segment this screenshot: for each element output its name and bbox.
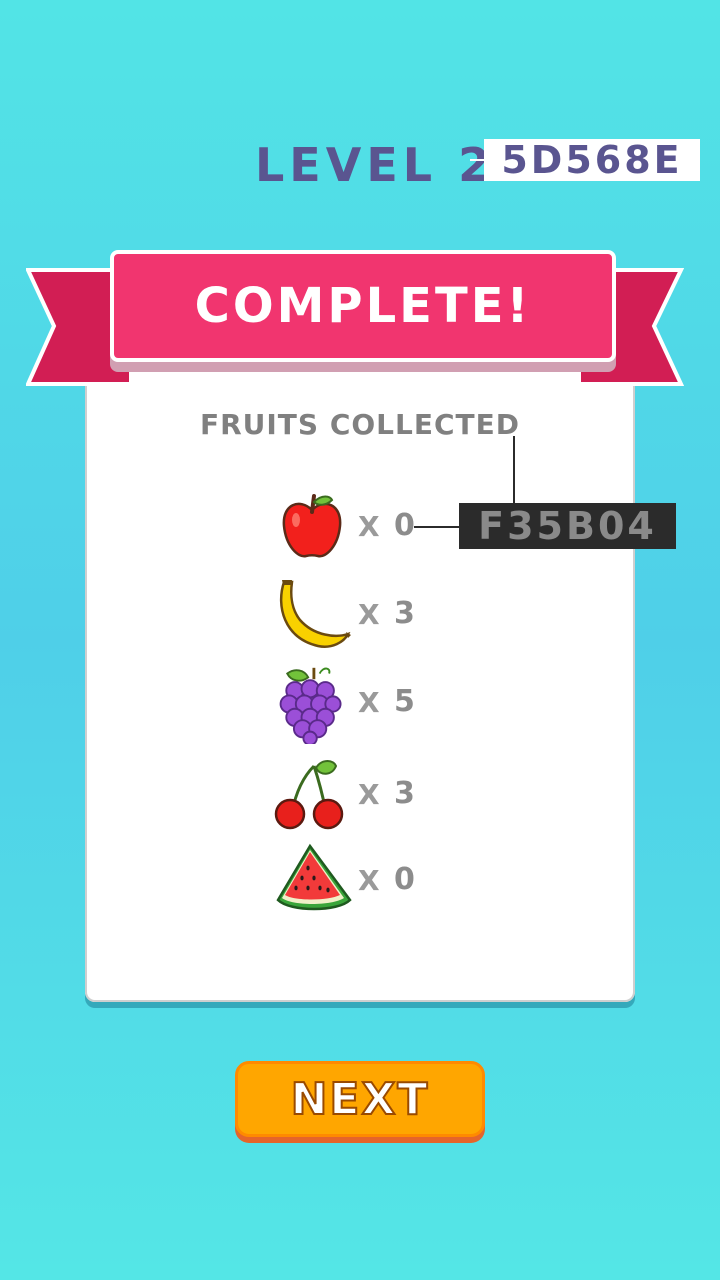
fruit-row-grapes: X 5 [270,664,470,744]
level-code-tag: 5D568E [484,138,700,182]
code-tag-connector [513,436,515,504]
banana-icon [279,580,351,648]
multiplier-sign: X [358,510,380,543]
level-title: LEVEL 2 [255,138,496,192]
next-button[interactable]: NEXT [235,1061,485,1137]
multiplier-sign: X [358,686,380,719]
watermelon-icon [276,843,352,911]
fruits-collected-heading: FRUITS COLLECTED [199,408,521,441]
grapes-icon [279,667,342,744]
multiplier-sign: X [358,598,380,631]
fruit-code-tag: F35B04 [459,503,676,549]
next-button-label: NEXT [290,1073,430,1126]
fruit-row-cherry: X 3 [270,756,470,836]
banner-title: COMPLETE! [194,278,532,334]
fruit-row-banana: X 3 [270,576,470,656]
code-tag-connector [414,526,460,528]
apple-icon [282,494,342,558]
multiplier-sign: X [358,778,380,811]
fruit-count: 3 [394,776,415,811]
multiplier-sign: X [358,864,380,897]
fruit-count: 5 [394,684,415,719]
fruit-count: 0 [394,508,415,543]
fruit-row-watermelon: X 0 [270,842,470,922]
complete-banner: COMPLETE! [110,250,616,362]
cherry-icon [274,760,344,830]
fruit-count: 3 [394,596,415,631]
fruit-row-apple: X 0 [270,488,470,568]
fruit-count: 0 [394,862,415,897]
